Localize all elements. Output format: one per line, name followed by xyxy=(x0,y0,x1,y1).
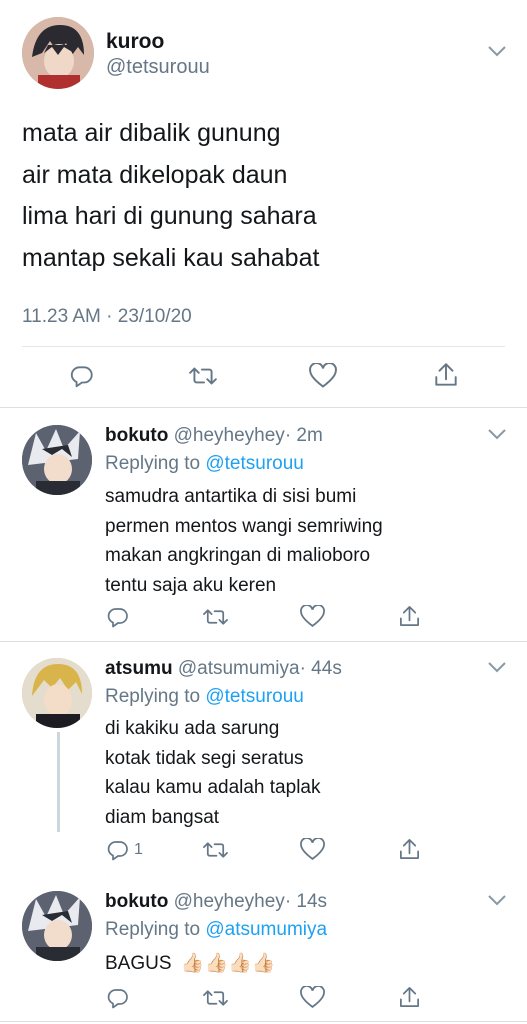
author-name[interactable]: kuroo xyxy=(106,30,164,54)
divider xyxy=(0,641,527,642)
replying-to-link[interactable]: @tetsurouu xyxy=(205,453,304,474)
chevron-down-icon[interactable] xyxy=(487,660,507,679)
tweet-line: mantap sekali kau sahabat xyxy=(22,243,320,272)
author-name[interactable]: bokuto xyxy=(105,425,168,446)
reply-icon xyxy=(107,608,128,628)
replying-to-link[interactable]: @tetsurouu xyxy=(205,686,304,707)
heart-icon xyxy=(300,605,325,627)
share-icon xyxy=(435,363,457,386)
reply-age[interactable]: · 14s xyxy=(285,891,327,912)
chevron-down-icon[interactable] xyxy=(487,44,507,63)
replying-label: Replying to xyxy=(105,686,201,707)
tweet-line: mata air dibalik gunung xyxy=(22,119,281,147)
reply-line: diam bangsat xyxy=(105,806,220,828)
reply-icon xyxy=(107,989,128,1009)
reply-line: tentu saja aku keren xyxy=(105,574,277,596)
heart-icon xyxy=(300,986,325,1008)
avatar[interactable] xyxy=(22,891,92,961)
retweet-button[interactable] xyxy=(202,838,229,862)
share-button[interactable] xyxy=(398,837,421,862)
reply-button[interactable]: 1 xyxy=(106,838,143,862)
emoji-thumbs-up-icon: 👍🏻👍🏻👍🏻👍🏻 xyxy=(180,953,276,974)
reply-text: samudra antartika di sisi bumi permen me… xyxy=(105,482,383,600)
retweet-button[interactable] xyxy=(202,605,229,629)
share-button[interactable] xyxy=(398,604,421,629)
avatar[interactable] xyxy=(22,17,94,89)
author-handle[interactable]: @heyheyhey xyxy=(174,891,285,912)
retweet-button[interactable] xyxy=(202,986,229,1010)
author-handle[interactable]: @tetsurouu xyxy=(106,56,210,79)
share-icon xyxy=(400,987,419,1007)
reply-text: BAGUS 👍🏻👍🏻👍🏻👍🏻 xyxy=(105,949,275,979)
like-button[interactable] xyxy=(300,986,325,1009)
retweet-icon xyxy=(203,842,228,858)
retweet-icon xyxy=(189,367,217,385)
retweet-icon xyxy=(203,609,228,625)
like-button[interactable] xyxy=(300,605,325,628)
reply-button[interactable] xyxy=(69,363,95,389)
tweet-line: lima hari di gunung sahara xyxy=(22,202,317,230)
reply-icon xyxy=(70,366,93,388)
reply-count: 1 xyxy=(134,841,143,858)
reply-line: samudra antartika di sisi bumi xyxy=(105,486,357,507)
author-handle[interactable]: @atsumumiya xyxy=(178,658,300,679)
reply-line: makan angkringan di malioboro xyxy=(105,545,371,566)
avatar[interactable] xyxy=(22,658,92,728)
divider xyxy=(22,346,505,347)
reply-age[interactable]: · 44s xyxy=(300,658,342,679)
tweet-line: air mata dikelopak daun xyxy=(22,160,288,189)
retweet-icon xyxy=(203,990,228,1006)
reply-age[interactable]: · 2m xyxy=(285,425,323,446)
thread-line xyxy=(57,732,60,832)
reply-line: permen mentos wangi semriwing xyxy=(105,515,383,537)
author-name[interactable]: atsumu xyxy=(105,658,173,679)
replying-label: Replying to xyxy=(105,919,201,940)
share-icon xyxy=(400,839,419,859)
heart-icon xyxy=(309,363,337,388)
chevron-down-icon[interactable] xyxy=(487,893,507,912)
reply-text: di kakiku ada sarung kotak tidak segi se… xyxy=(105,714,320,832)
retweet-button[interactable] xyxy=(188,363,218,389)
reply-icon xyxy=(107,841,128,861)
tweet-text: mata air dibalik gunung air mata dikelop… xyxy=(22,113,502,279)
reply-button[interactable] xyxy=(106,986,130,1010)
divider xyxy=(0,407,527,408)
replying-label: Replying to xyxy=(105,453,201,474)
reply-line: BAGUS xyxy=(105,953,172,974)
share-icon xyxy=(400,606,419,626)
reply-button[interactable] xyxy=(106,605,130,629)
author-name[interactable]: bokuto xyxy=(105,891,168,912)
heart-icon xyxy=(300,838,325,860)
reply-line: kotak tidak segi seratus xyxy=(105,747,304,769)
reply-line: di kakiku ada sarung xyxy=(105,718,280,739)
share-button[interactable] xyxy=(398,985,421,1010)
tweet-timestamp[interactable]: 11.23 AM · 23/10/20 xyxy=(22,306,192,328)
chevron-down-icon[interactable] xyxy=(487,427,507,446)
like-button[interactable] xyxy=(309,363,337,389)
replying-to-link[interactable]: @atsumumiya xyxy=(205,919,327,940)
divider xyxy=(0,1021,527,1022)
share-button[interactable] xyxy=(433,361,459,389)
reply-line: kalau kamu adalah taplak xyxy=(105,777,321,798)
avatar[interactable] xyxy=(22,425,92,495)
author-handle[interactable]: @heyheyhey xyxy=(174,425,285,446)
like-button[interactable] xyxy=(300,838,325,861)
